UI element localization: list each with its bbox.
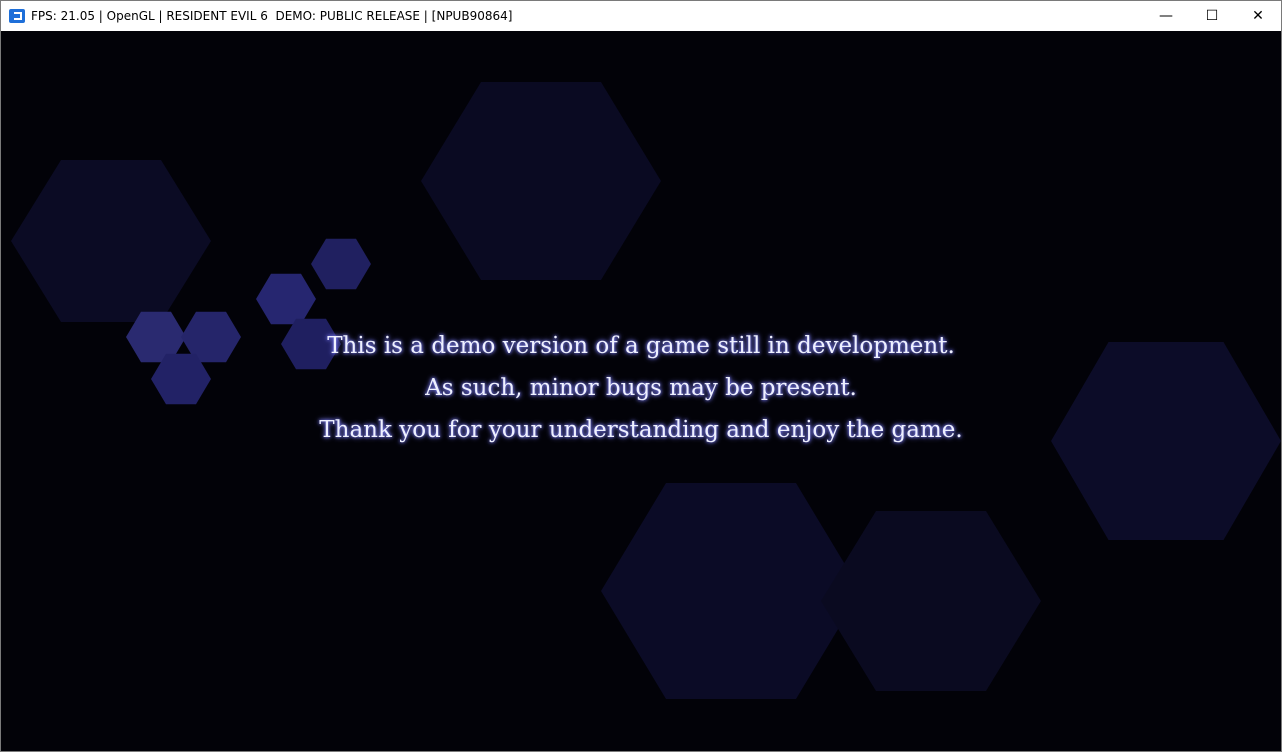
notice-line-2: As such, minor bugs may be present. bbox=[425, 375, 857, 401]
title-bar[interactable]: FPS: 21.05 | OpenGL | RESIDENT EVIL 6 DE… bbox=[1, 1, 1281, 31]
maximize-button[interactable]: ☐ bbox=[1189, 1, 1235, 31]
hex-decoration bbox=[311, 238, 371, 290]
hex-decoration bbox=[421, 82, 661, 280]
emulator-window: FPS: 21.05 | OpenGL | RESIDENT EVIL 6 DE… bbox=[0, 0, 1282, 752]
hex-decoration bbox=[256, 273, 316, 325]
app-icon bbox=[9, 9, 25, 23]
hex-decoration bbox=[821, 511, 1041, 691]
minimize-button[interactable]: — bbox=[1143, 1, 1189, 31]
notice-line-3: Thank you for your understanding and enj… bbox=[319, 417, 963, 443]
close-button[interactable]: ✕ bbox=[1235, 1, 1281, 31]
notice-line-1: This is a demo version of a game still i… bbox=[327, 333, 955, 359]
game-viewport[interactable]: This is a demo version of a game still i… bbox=[1, 31, 1281, 751]
hex-decoration bbox=[601, 483, 861, 699]
window-title: FPS: 21.05 | OpenGL | RESIDENT EVIL 6 DE… bbox=[31, 9, 513, 23]
hex-decoration bbox=[11, 160, 211, 322]
